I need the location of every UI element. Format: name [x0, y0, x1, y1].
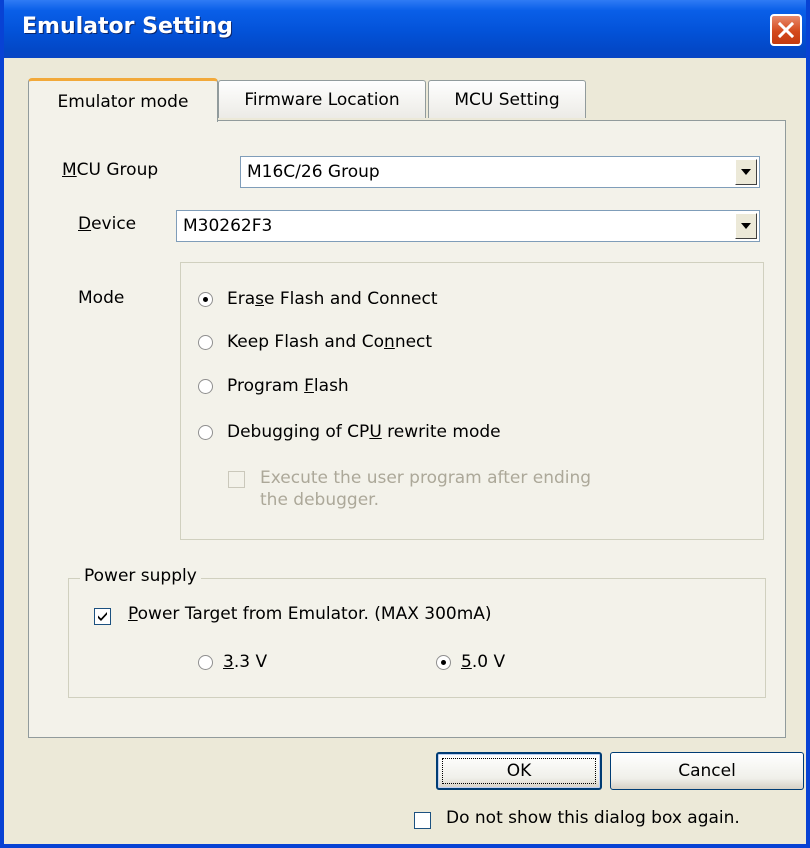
mode-label: Mode [78, 288, 125, 308]
radio-dot [198, 291, 213, 307]
radio-dot [198, 378, 213, 394]
device-dropdown-button[interactable] [735, 213, 757, 239]
power-supply-group [68, 578, 766, 698]
mode-program-flash-radio[interactable]: Program Flash [198, 376, 349, 396]
radio-label: Keep Flash and Connect [227, 332, 433, 352]
mode-erase-flash-radio[interactable]: Erase Flash and Connect [198, 289, 438, 309]
title-bar[interactable]: Emulator Setting [4, 0, 806, 58]
mode-keep-flash-radio[interactable]: Keep Flash and Connect [198, 332, 432, 352]
cancel-button[interactable]: Cancel [610, 752, 804, 790]
mode-cpu-rewrite-radio[interactable]: Debugging of CPU rewrite mode [198, 422, 501, 442]
radio-label: Debugging of CPU rewrite mode [227, 422, 501, 442]
focus-rect [442, 758, 596, 784]
mcu-group-dropdown-button[interactable] [735, 159, 757, 185]
radio-dot [198, 334, 213, 350]
voltage-5v0-radio[interactable]: 5.0 V [436, 652, 505, 672]
device-select[interactable]: M30262F3 [176, 210, 760, 242]
radio-dot [198, 424, 213, 440]
tab-firmware-location[interactable]: Firmware Location [218, 80, 426, 118]
emulator-setting-dialog: Emulator Setting Emulator mode Firmware … [0, 0, 810, 848]
mcu-group-value: M16C/26 Group [247, 162, 380, 182]
radio-dot [436, 654, 451, 670]
tab-label: Emulator mode [57, 91, 189, 112]
radio-dot [198, 654, 213, 670]
window-title: Emulator Setting [22, 14, 233, 39]
device-value: M30262F3 [183, 216, 273, 236]
power-target-label: Power Target from Emulator. (MAX 300mA) [128, 604, 492, 624]
execute-after-debugger-label: Execute the user program after ending th… [260, 468, 592, 510]
chevron-down-icon [741, 223, 751, 229]
dont-show-again-label: Do not show this dialog box again. [446, 808, 740, 828]
checkmark-icon [98, 612, 107, 621]
ok-button[interactable]: OK [436, 752, 602, 790]
device-label: Device [78, 214, 137, 234]
power-target-checkbox[interactable] [94, 608, 111, 625]
close-button[interactable] [770, 14, 802, 46]
close-icon [777, 21, 795, 39]
tab-label: MCU Setting [454, 89, 560, 110]
mcu-group-select[interactable]: M16C/26 Group [240, 156, 760, 188]
tab-label: Firmware Location [244, 89, 400, 110]
radio-label: Program Flash [227, 376, 349, 396]
dont-show-again-checkbox[interactable] [414, 812, 431, 829]
chevron-down-icon [741, 169, 751, 175]
execute-after-debugger-checkbox[interactable] [228, 471, 245, 488]
mcu-group-label: MCU Group [62, 160, 159, 180]
radio-label: 3.3 V [223, 652, 268, 672]
tab-emulator-mode[interactable]: Emulator mode [28, 78, 218, 122]
radio-label: 5.0 V [461, 652, 506, 672]
radio-label: Erase Flash and Connect [227, 289, 438, 309]
cancel-label: Cancel [678, 761, 736, 781]
power-supply-title: Power supply [80, 566, 201, 586]
voltage-3v3-radio[interactable]: 3.3 V [198, 652, 267, 672]
tab-mcu-setting[interactable]: MCU Setting [428, 80, 586, 118]
